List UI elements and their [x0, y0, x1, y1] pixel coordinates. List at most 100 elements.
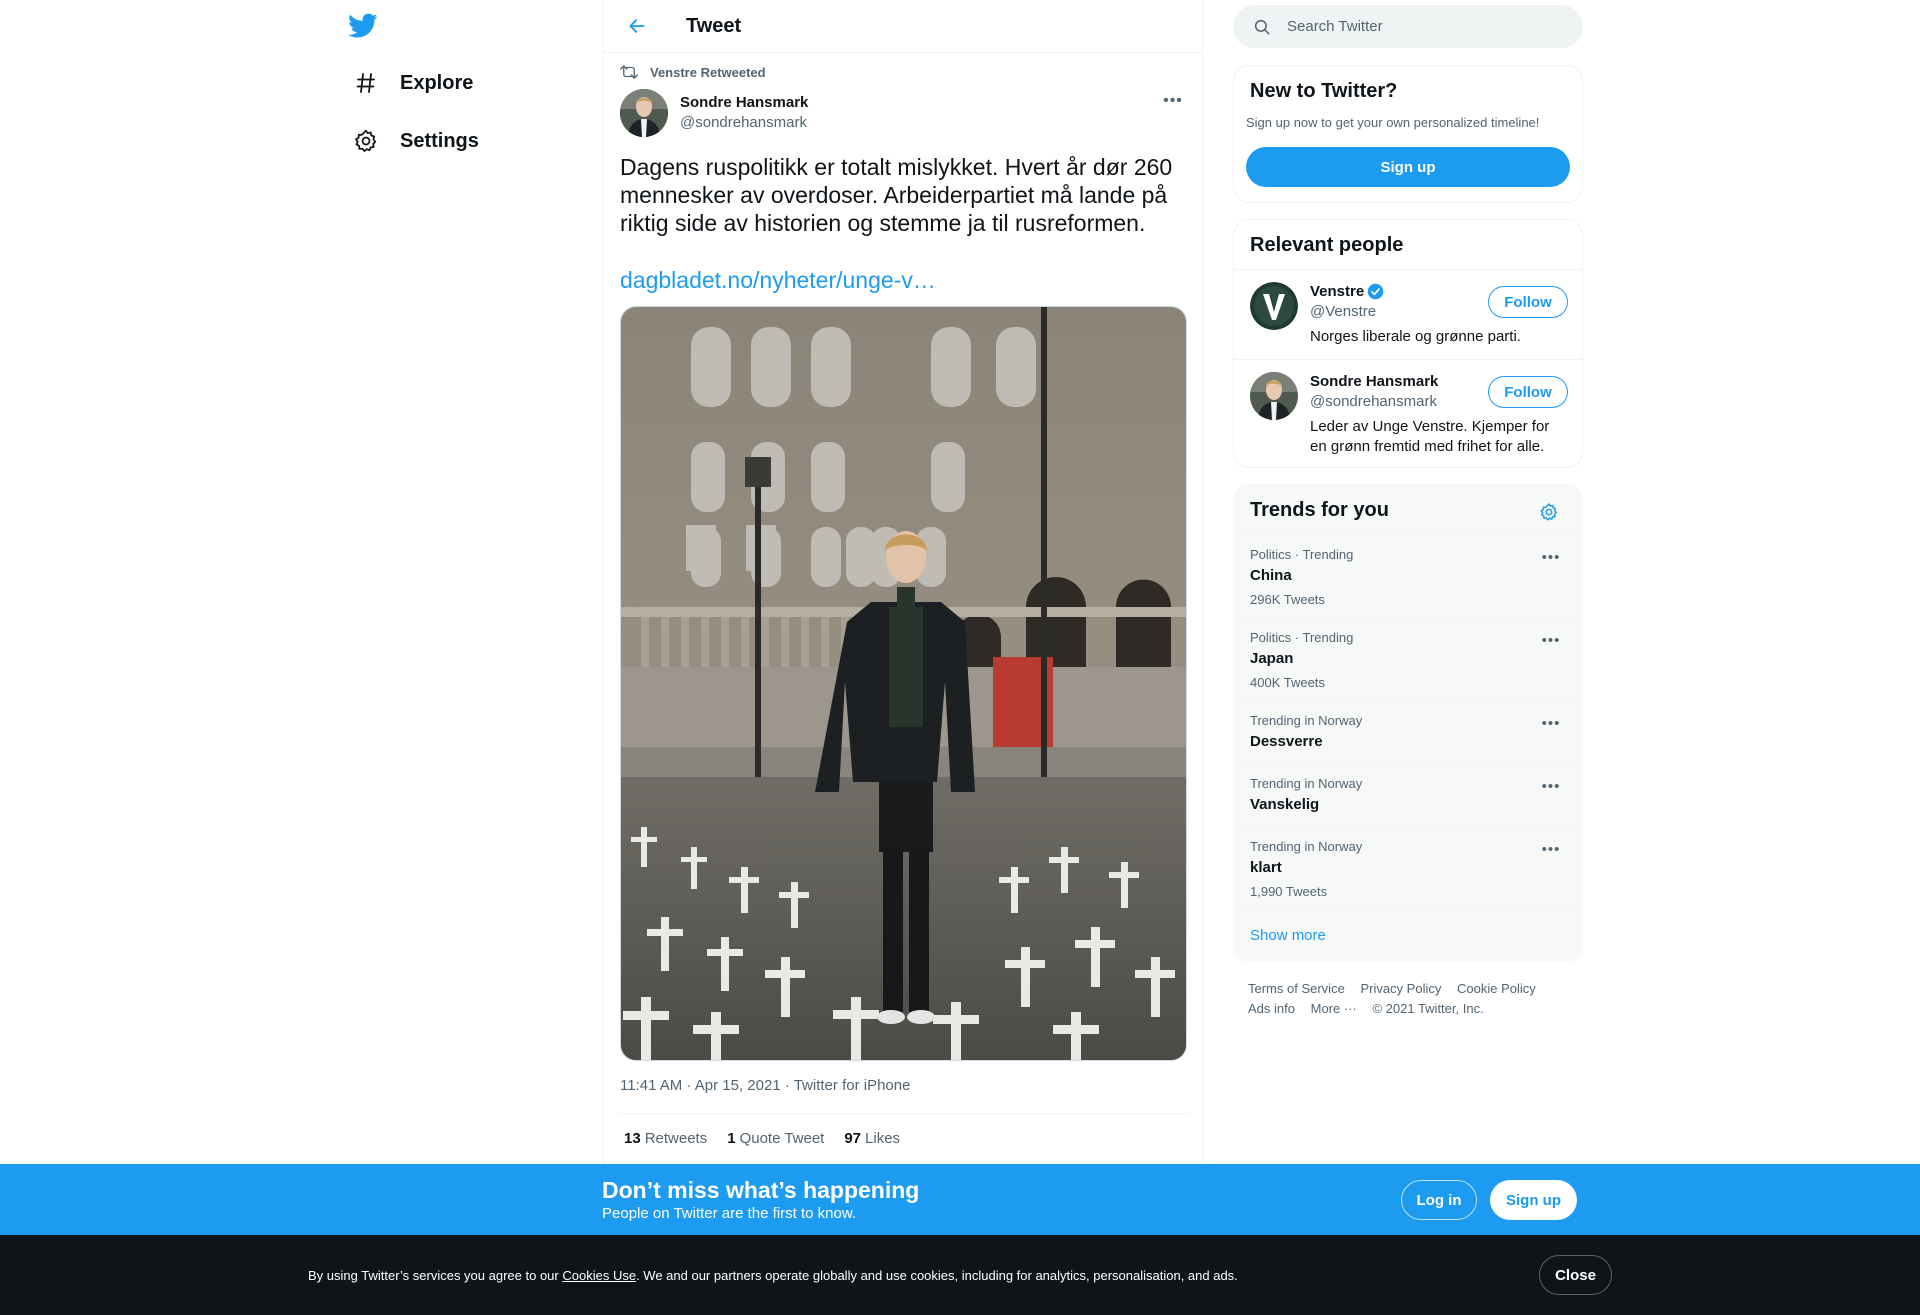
trend-meta: Trending in Norway	[1250, 839, 1363, 854]
hashtag-icon	[352, 69, 380, 97]
trend-name: klart	[1250, 859, 1282, 876]
trend-count: 400K Tweets	[1250, 675, 1325, 690]
more-dots-icon: •••	[1541, 548, 1561, 566]
person-handle: @Venstre	[1310, 303, 1377, 320]
more-dots-icon: •••	[1541, 840, 1561, 858]
retweet-context[interactable]: Venstre Retweeted	[620, 64, 766, 80]
retweeted-by-label: Venstre Retweeted	[650, 64, 766, 80]
arrow-left-icon	[629, 19, 645, 33]
quotes-stat[interactable]: 1 Quote Tweet	[727, 1130, 824, 1147]
sondre-avatar[interactable]	[1250, 372, 1298, 420]
footer-links: Terms of Service Privacy Policy Cookie P…	[1248, 979, 1578, 1019]
tweet-author: Sondre Hansmark @sondrehansmark •••	[620, 89, 1188, 137]
footer-cookie-link[interactable]: Cookie Policy	[1457, 981, 1536, 996]
verified-badge-icon	[1367, 283, 1384, 300]
cookie-banner: By using Twitter’s services you agree to…	[0, 1235, 1920, 1315]
footer-privacy-link[interactable]: Privacy Policy	[1360, 981, 1441, 996]
banner-title: Don’t miss what’s happening	[602, 1177, 920, 1203]
gear-icon	[1540, 503, 1557, 521]
trend-item[interactable]: Politics · Trending China 296K Tweets ••…	[1234, 534, 1582, 617]
person-venstre[interactable]: Venstre @Venstre Norges liberale og grøn…	[1234, 269, 1582, 359]
author-name[interactable]: Sondre Hansmark	[680, 93, 808, 113]
trend-item[interactable]: Trending in Norway Vanskelig •••	[1234, 763, 1582, 826]
trend-name: Japan	[1250, 650, 1294, 667]
tweet-more-button[interactable]: •••	[1158, 89, 1188, 113]
nav-explore[interactable]: Explore	[352, 63, 473, 103]
relevant-people-title: Relevant people	[1250, 234, 1404, 256]
trend-item[interactable]: Trending in Norway Dessverre •••	[1234, 700, 1582, 763]
trends-title: Trends for you	[1250, 499, 1389, 521]
tweet-detail-column: Tweet Venstre Retweeted Sondre Hansmark …	[603, 0, 1203, 1315]
likes-stat[interactable]: 97 Likes	[844, 1130, 900, 1147]
person-name[interactable]: Sondre Hansmark	[1310, 373, 1438, 390]
author-avatar[interactable]	[620, 89, 668, 137]
sidebar-signup-button[interactable]: Sign up	[1246, 147, 1570, 187]
trend-more-button[interactable]: •••	[1536, 839, 1566, 859]
twitter-bird-icon[interactable]	[348, 10, 382, 44]
tweet-timestamp[interactable]: 11:41 AM · Apr 15, 2021 · Twitter for iP…	[620, 1077, 910, 1094]
follow-sondrehansmark-button[interactable]: Follow	[1488, 376, 1568, 408]
author-names: Sondre Hansmark @sondrehansmark	[680, 93, 808, 133]
retweets-label: Retweets	[644, 1130, 708, 1147]
trend-more-button[interactable]: •••	[1536, 776, 1566, 796]
back-button[interactable]	[620, 9, 654, 43]
trends-settings-button[interactable]	[1536, 499, 1562, 525]
cookie-text-after: . We and our partners operate globally a…	[636, 1268, 1238, 1283]
person-name[interactable]: Venstre	[1310, 283, 1384, 300]
twitter-app: Explore Settings Tweet Venstre Retweeted…	[0, 0, 1920, 1315]
tweet-stats: 13 Retweets 1 Quote Tweet 97 Likes	[624, 1130, 920, 1147]
tweet-link[interactable]: dagbladet.no/nyheter/unge-v…	[620, 266, 936, 294]
footer-copyright: © 2021 Twitter, Inc.	[1372, 1001, 1484, 1016]
nav-explore-label: Explore	[400, 71, 474, 94]
retweets-stat[interactable]: 13 Retweets	[624, 1130, 707, 1147]
likes-label: Likes	[865, 1130, 901, 1147]
retweet-icon	[620, 65, 638, 79]
likes-count: 97	[844, 1130, 862, 1147]
person-bio: Norges liberale og grønne parti.	[1310, 328, 1521, 345]
banner-subtitle: People on Twitter are the first to know.	[602, 1205, 857, 1222]
trend-meta: Trending in Norway	[1250, 776, 1363, 791]
trend-meta: Politics · Trending	[1250, 547, 1354, 562]
quotes-count: 1	[727, 1130, 736, 1147]
footer-more-link[interactable]: More ···	[1311, 1001, 1357, 1016]
search-box[interactable]	[1233, 5, 1583, 48]
follow-venstre-button[interactable]: Follow	[1488, 286, 1568, 318]
trend-count: 296K Tweets	[1250, 592, 1325, 607]
cookie-text-before: By using Twitter’s services you agree to…	[308, 1268, 563, 1283]
tweet-header: Tweet	[604, 0, 1202, 53]
trend-name: China	[1250, 567, 1292, 584]
cookie-notice: By using Twitter’s services you agree to…	[308, 1268, 1238, 1283]
more-dots-icon: •••	[1163, 92, 1183, 109]
page-title: Tweet	[686, 14, 742, 37]
nav-settings[interactable]: Settings	[352, 121, 479, 161]
relevant-people-card: Relevant people Venstre @Venstre Norges …	[1233, 219, 1583, 468]
venstre-avatar[interactable]	[1250, 282, 1298, 330]
person-bio: Leder av Unge Venstre. Kjemper for en gr…	[1310, 418, 1550, 455]
trends-card: Trends for you Politics · Trending China…	[1233, 484, 1583, 962]
footer-terms-link[interactable]: Terms of Service	[1248, 981, 1345, 996]
banner-login-button[interactable]: Log in	[1401, 1180, 1477, 1220]
divider	[620, 1113, 1188, 1114]
author-handle[interactable]: @sondrehansmark	[680, 113, 808, 133]
footer-ads-link[interactable]: Ads info	[1248, 1001, 1295, 1016]
person-sondrehansmark[interactable]: Sondre Hansmark @sondrehansmark Leder av…	[1234, 359, 1582, 467]
search-input[interactable]	[1287, 18, 1547, 35]
quotes-label: Quote Tweet	[739, 1130, 825, 1147]
new-to-twitter-card: New to Twitter? Sign up now to get your …	[1233, 65, 1583, 203]
cookies-use-link[interactable]: Cookies Use	[562, 1268, 636, 1283]
tweet-photo[interactable]	[620, 306, 1187, 1061]
trends-show-more-link[interactable]: Show more	[1250, 927, 1326, 944]
nav-settings-label: Settings	[400, 129, 479, 152]
trend-item[interactable]: Trending in Norway klart 1,990 Tweets ••…	[1234, 826, 1582, 908]
more-dots-icon: •••	[1541, 714, 1561, 732]
trend-more-button[interactable]: •••	[1536, 713, 1566, 733]
new-to-twitter-subtitle: Sign up now to get your own personalized…	[1246, 115, 1540, 130]
trend-count: 1,990 Tweets	[1250, 884, 1328, 899]
trend-more-button[interactable]: •••	[1536, 630, 1566, 650]
banner-signup-button[interactable]: Sign up	[1490, 1180, 1577, 1220]
trend-item[interactable]: Politics · Trending Japan 400K Tweets ••…	[1234, 617, 1582, 700]
trend-meta: Trending in Norway	[1250, 713, 1363, 728]
tweet-text: Dagens ruspolitikk er totalt mislykket. …	[620, 154, 1173, 236]
trend-more-button[interactable]: •••	[1536, 547, 1566, 567]
cookie-close-button[interactable]: Close	[1539, 1255, 1612, 1295]
